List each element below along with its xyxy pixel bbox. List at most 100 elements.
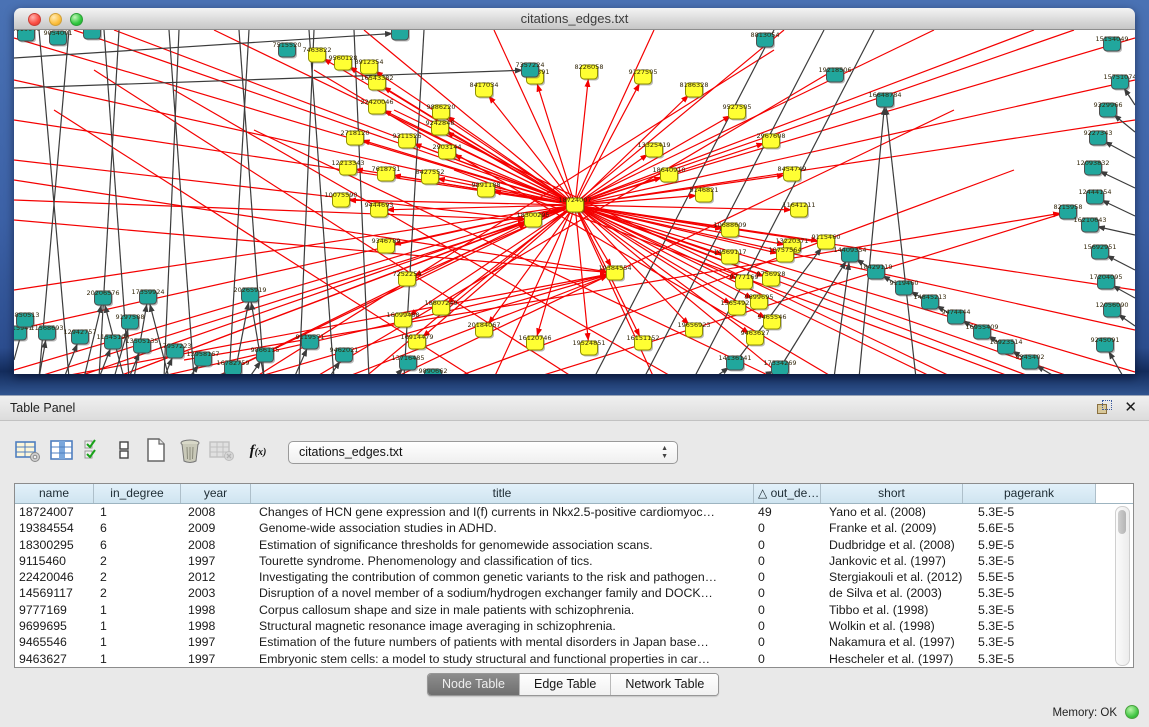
table-cell: Wolkin et al. (1998): [821, 618, 963, 634]
graph-node-label: 17359924: [131, 288, 164, 296]
table-cell: 9777169: [15, 602, 94, 618]
table-row[interactable]: 1830029562008Estimation of significance …: [15, 537, 1133, 553]
graph-node[interactable]: [84, 30, 101, 39]
graph-node-label: 8186328: [680, 81, 709, 89]
column-header-title[interactable]: title: [251, 484, 754, 503]
function-builder-icon[interactable]: f(x): [244, 437, 272, 465]
table-row[interactable]: 946362711997Embryonic stem cells: a mode…: [15, 651, 1133, 667]
graph-node-label: 7463822: [303, 46, 332, 54]
table-cell: 14569117: [15, 585, 94, 601]
column-header-name[interactable]: name: [15, 484, 94, 503]
table-cell: 1997: [181, 553, 251, 569]
graph-node-label: 2903144: [433, 143, 462, 151]
float-panel-icon[interactable]: [1097, 400, 1111, 414]
scrollbar-thumb[interactable]: [1118, 510, 1126, 534]
table-cell: 6: [94, 537, 181, 553]
graph-edge: [229, 30, 249, 374]
status-bar: Memory: OK: [0, 700, 1149, 727]
table-cell: Stergiakouli et al. (2012): [821, 569, 963, 585]
graph-node-label: 12942757: [63, 328, 96, 336]
table-cell: Structural magnetic resonance image aver…: [251, 618, 754, 634]
table-panel: Table Panel ✕: [0, 395, 1149, 727]
graph-node-label: 9866115: [251, 346, 280, 354]
table-cell: 0: [754, 602, 821, 618]
graph-node-label: 8912354: [355, 58, 384, 66]
graph-node-label: 16914479: [400, 333, 433, 341]
table-cell: 9115460: [15, 553, 94, 569]
table-cell: 49: [754, 504, 821, 520]
table-cell: 0: [754, 537, 821, 553]
table-cell: 1: [94, 634, 181, 650]
window-title: citations_edges.txt: [14, 11, 1135, 26]
graph-node-label: 9146821: [690, 186, 719, 194]
column-header-in_degree[interactable]: in_degree: [94, 484, 181, 503]
graph-node-label: 8619040: [14, 30, 40, 33]
graph-edge: [14, 70, 530, 88]
new-table-icon[interactable]: [142, 437, 170, 465]
network-canvas[interactable]: 1872400711641211132203719756928156549231…: [14, 30, 1135, 374]
table-cell: 22420046: [15, 569, 94, 585]
graph-node-label: 13325419: [637, 141, 670, 149]
graph-node-label: 9329966: [1094, 101, 1123, 109]
delete-rows-icon[interactable]: [176, 437, 204, 465]
column-header-short[interactable]: short: [821, 484, 963, 503]
table-cell: 1: [94, 602, 181, 618]
graph-node-label: 18923514: [989, 338, 1022, 346]
table-selector-dropdown[interactable]: citations_edges.txt ▲▼: [288, 441, 678, 464]
table-cell: 1998: [181, 618, 251, 634]
table-row[interactable]: 1872400712008Changes of HCN gene express…: [15, 504, 1133, 520]
graph-node-label: 18807249: [424, 299, 457, 307]
table-row[interactable]: 2242004622012Investigating the contribut…: [15, 569, 1133, 585]
tab-node-table[interactable]: Node Table: [428, 674, 520, 695]
graph-node-label: 16120746: [518, 334, 551, 342]
table-cell: 1997: [181, 651, 251, 667]
table-row[interactable]: 946554611997Estimation of the future num…: [15, 634, 1133, 650]
graph-edge: [885, 100, 916, 374]
table-settings-icon[interactable]: [14, 437, 42, 465]
table-cell: Jankovic et al. (1997): [821, 553, 963, 569]
graph-node-label: 9465546: [758, 313, 787, 321]
graph-edge: [575, 205, 799, 210]
table-cell: 0: [754, 634, 821, 650]
table-row[interactable]: 1938455462009Genome-wide association stu…: [15, 520, 1133, 536]
graph-node-label: 20184067: [467, 321, 500, 329]
tab-network-table[interactable]: Network Table: [611, 674, 718, 695]
graph-node-label: 9756928: [757, 270, 786, 278]
table-row[interactable]: 969969511998Structural magnetic resonanc…: [15, 618, 1133, 634]
table-cell: Yano et al. (2008): [821, 504, 963, 520]
vertical-scrollbar[interactable]: [1115, 506, 1130, 666]
check-rows-icon[interactable]: [80, 437, 108, 465]
table-cell: 1998: [181, 602, 251, 618]
graph-node-label: 20206576: [86, 289, 119, 297]
graph-node-label: 9119460: [890, 279, 919, 287]
close-panel-icon[interactable]: ✕: [1124, 399, 1137, 417]
column-header-out_de[interactable]: △ out_de…: [754, 484, 821, 503]
graph-node-label: 7653008: [78, 30, 107, 31]
table-selector-value: citations_edges.txt: [299, 445, 403, 459]
table-cell: 0: [754, 569, 821, 585]
graph-node-label: 9527505: [723, 103, 752, 111]
tab-edge-table[interactable]: Edge Table: [520, 674, 611, 695]
table-cell: 5.6E-5: [963, 520, 1096, 536]
table-cell: Estimation of significance thresholds fo…: [251, 537, 754, 553]
graph-node-label: 15692951: [1083, 243, 1116, 251]
column-header-year[interactable]: year: [181, 484, 251, 503]
table-row[interactable]: 977716911998Corpus callosum shape and si…: [15, 602, 1133, 618]
graph-node-label: 9054001: [44, 30, 73, 37]
table-cell: 2012: [181, 569, 251, 585]
table-cell: Nakamura et al. (1997): [821, 634, 963, 650]
graph-edge: [575, 205, 730, 257]
column-header-pagerank[interactable]: pagerank: [963, 484, 1096, 503]
graph-node-label: 16053809: [383, 30, 416, 32]
merge-rows-icon[interactable]: [110, 437, 138, 465]
window-titlebar[interactable]: citations_edges.txt: [14, 8, 1135, 30]
graph-node-label: 14569117: [713, 248, 746, 256]
table-row[interactable]: 1456911722003Disruption of a novel membe…: [15, 585, 1133, 601]
graph-node-label: 2718120: [341, 129, 370, 137]
table-row[interactable]: 911546021997Tourette syndrome. Phenomeno…: [15, 553, 1133, 569]
graph-node-label: 18640910: [652, 166, 685, 174]
select-column-icon[interactable]: [48, 437, 76, 465]
table-cell: 5.5E-5: [963, 569, 1096, 585]
table-cell: 5.3E-5: [963, 602, 1096, 618]
graph-node-label: 10757564: [768, 246, 801, 254]
